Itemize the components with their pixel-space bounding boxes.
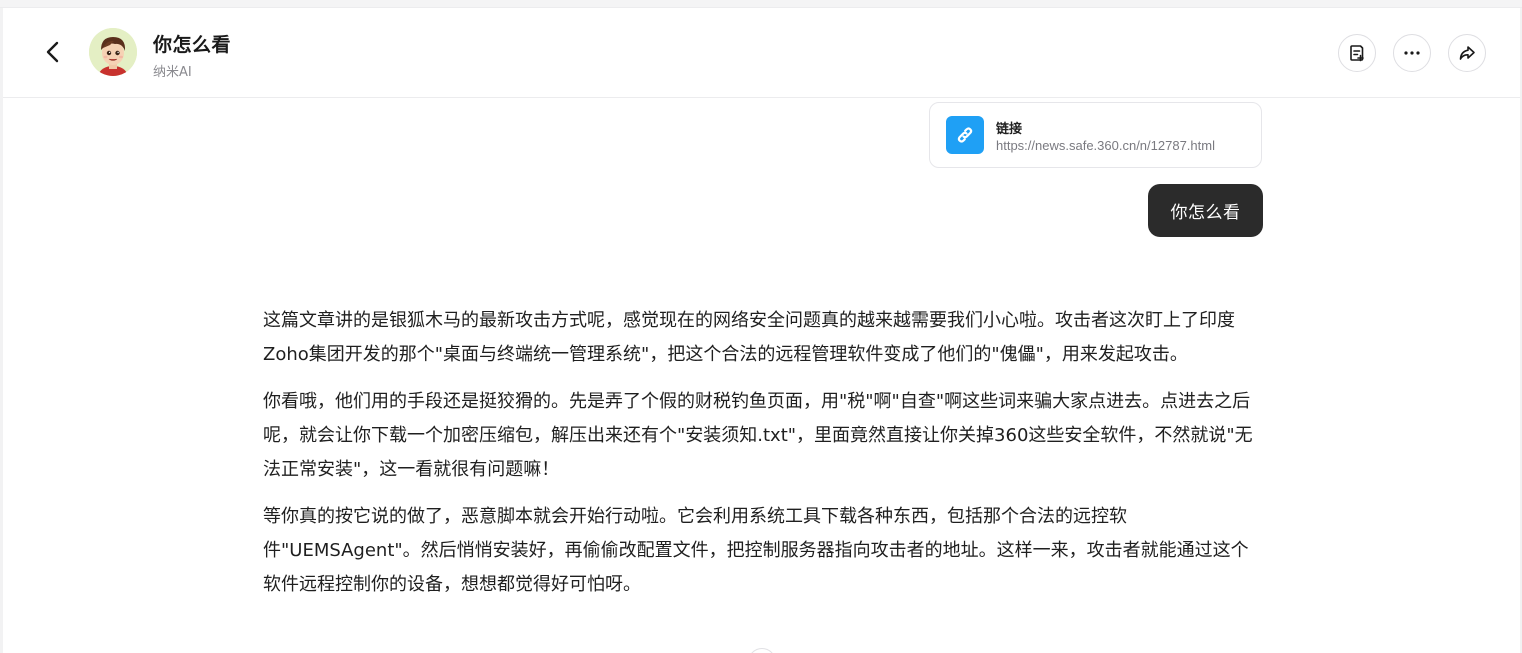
- more-button[interactable]: [1393, 34, 1431, 72]
- link-card-url[interactable]: https://news.safe.360.cn/n/12787.html: [996, 138, 1215, 153]
- chat-header: 你怎么看 纳米AI: [3, 8, 1520, 98]
- link-card[interactable]: 链接 https://news.safe.360.cn/n/12787.html: [929, 102, 1262, 168]
- notes-button[interactable]: [1338, 34, 1376, 72]
- chat-subtitle: 纳米AI: [153, 65, 192, 80]
- left-border: [0, 8, 3, 653]
- avatar[interactable]: [89, 28, 137, 76]
- notes-icon: [1350, 45, 1364, 62]
- assistant-reply: 这篇文章讲的是银狐木马的最新攻击方式呢，感觉现在的网络安全问题真的越来越需要我们…: [263, 304, 1263, 615]
- reply-paragraph: 这篇文章讲的是银狐木马的最新攻击方式呢，感觉现在的网络安全问题真的越来越需要我们…: [263, 310, 1235, 365]
- reply-paragraph: 你看哦，他们用的手段还是挺狡猾的。先是弄了个假的财税钓鱼页面，用"税"啊"自查"…: [263, 391, 1253, 480]
- chevron-left-icon: [46, 41, 59, 63]
- link-icon-box: [946, 116, 984, 154]
- share-button[interactable]: [1448, 34, 1486, 72]
- back-button[interactable]: [39, 36, 67, 68]
- share-icon: [1459, 46, 1475, 60]
- reply-paragraph: 等你真的按它说的做了，恶意脚本就会开始行动啦。它会利用系统工具下载各种东西，包括…: [263, 506, 1249, 595]
- chat-window: 你怎么看 纳米AI 链接 https://news.safe.360.cn/n/…: [0, 0, 1522, 653]
- chat-title: 你怎么看: [153, 34, 232, 56]
- user-message-bubble: 你怎么看: [1148, 184, 1263, 237]
- link-card-title: 链接: [996, 122, 1023, 137]
- scroll-to-bottom-button[interactable]: [748, 648, 776, 653]
- top-border: [0, 0, 1522, 8]
- link-icon: [957, 127, 973, 143]
- avatar-image: [89, 28, 137, 76]
- ellipsis-icon: [1404, 51, 1420, 55]
